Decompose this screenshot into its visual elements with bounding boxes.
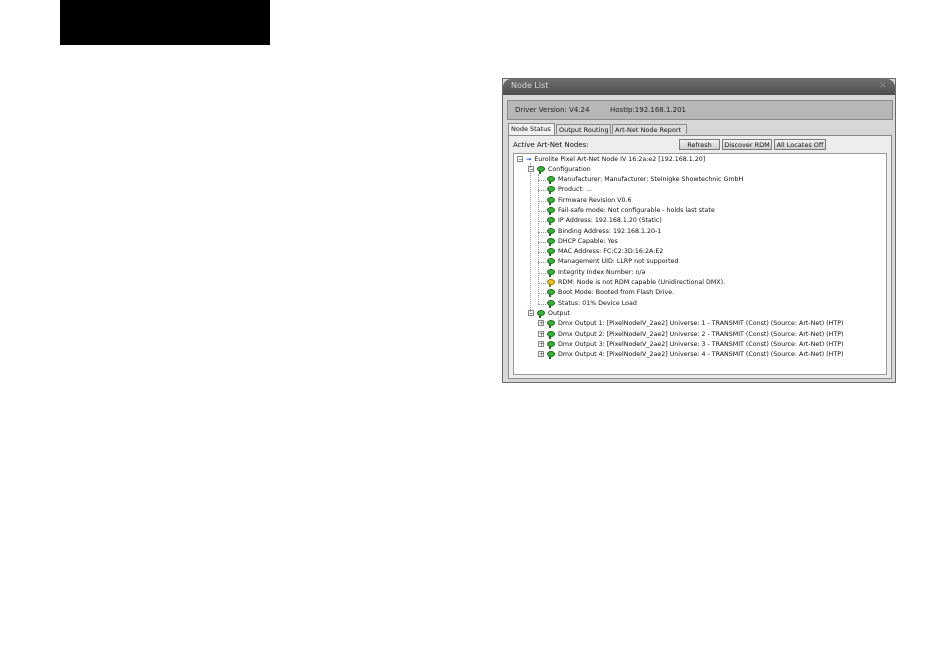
root-node-label: Eurolite Pixel Art-Net Node IV 16:2a:e2 … — [534, 156, 706, 163]
driver-info-bar: Driver Version: V4.24 HostIp:192.168.1.2… — [507, 100, 893, 120]
green-bubble-icon — [547, 186, 555, 195]
green-bubble-icon — [537, 309, 545, 318]
collapse-icon[interactable]: − — [528, 166, 534, 173]
dmx-output-label: Dmx Output 2: [PixelNodeIV_2ae2] Univers… — [558, 330, 844, 338]
configuration-item[interactable]: Management UID: LLRP not supported — [547, 257, 678, 267]
configuration-item[interactable]: Manufacturer: Manufacturer: Steinigke Sh… — [547, 175, 743, 185]
configuration-item-label: RDM: Node is not RDM capable (Unidirecti… — [558, 279, 726, 286]
green-bubble-icon — [547, 237, 555, 246]
green-bubble-icon — [547, 206, 555, 215]
configuration-item[interactable]: Fail-safe mode: Not configurable - holds… — [547, 206, 715, 216]
green-bubble-icon — [547, 268, 555, 277]
configuration-item[interactable]: IP Address: 192.168.1.20 (Static) — [547, 216, 662, 226]
expand-icon[interactable]: + — [538, 351, 544, 358]
configuration-item[interactable]: MAC Address: FC:C2:3D:16:2A:E2 — [547, 247, 663, 257]
configuration-item-label: Boot Mode: Booted from Flash Drive. — [558, 289, 675, 297]
node-tree[interactable]: − → Eurolite Pixel Art-Net Node IV 16:2a:e… — [513, 153, 887, 375]
configuration-item-label: Integrity Index Number: n/a — [558, 268, 646, 276]
dmx-output-row[interactable]: + Dmx Output 2: [PixelNodeIV_2ae2] Univer… — [538, 330, 843, 340]
tab-art-net-node-report[interactable]: Art-Net Node Report — [612, 124, 687, 134]
green-bubble-icon — [547, 340, 555, 349]
node-list-window: Node List × Driver Version: V4.24 HostIp… — [502, 78, 896, 383]
configuration-item-label: Status: 01% Device Load — [558, 299, 637, 307]
tree-root-row[interactable]: − → Eurolite Pixel Art-Net Node IV 16:2a:e… — [517, 155, 705, 165]
expand-icon[interactable]: + — [538, 330, 544, 337]
tab-node-status[interactable]: Node Status — [508, 123, 555, 135]
configuration-item[interactable]: RDM: Node is not RDM capable (Unidirecti… — [547, 278, 725, 288]
collapse-icon[interactable]: − — [517, 156, 523, 163]
green-bubble-icon — [537, 166, 545, 174]
configuration-label: Configuration — [548, 166, 591, 173]
green-bubble-icon — [547, 248, 555, 257]
green-bubble-icon — [547, 289, 555, 298]
host-ip: HostIp:192.168.1.201 — [610, 106, 687, 114]
green-bubble-icon — [547, 176, 555, 184]
output-row[interactable]: − Output — [528, 309, 570, 319]
refresh-button[interactable]: Refresh — [679, 139, 720, 150]
configuration-item-label: Fail-safe mode: Not configurable - holds… — [558, 206, 715, 214]
output-label: Output — [548, 309, 570, 317]
configuration-item-label: Manufacturer: Manufacturer: Steinigke Sh… — [558, 176, 744, 183]
dmx-output-label: Dmx Output 3: [PixelNodeIV_2ae2] Univers… — [558, 340, 844, 348]
configuration-item[interactable]: DHCP Capable: Yes — [547, 237, 618, 247]
title-bar[interactable]: Node List × — [503, 79, 895, 95]
tab-output-routing[interactable]: Output Routing — [556, 124, 611, 134]
dmx-output-label: Dmx Output 4: [PixelNodeIV_2ae2] Univers… — [558, 351, 844, 359]
close-icon[interactable]: × — [879, 80, 887, 91]
black-redaction-block — [60, 0, 270, 45]
expand-icon[interactable]: + — [538, 340, 544, 347]
configuration-item-label: IP Address: 192.168.1.20 (Static) — [558, 217, 662, 225]
collapse-icon[interactable]: − — [528, 309, 534, 316]
green-bubble-icon — [547, 330, 555, 339]
configuration-item[interactable]: Product: ... — [547, 185, 592, 195]
dmx-output-row[interactable]: + Dmx Output 4: [PixelNodeIV_2ae2] Univer… — [538, 350, 843, 360]
configuration-item-label: DHCP Capable: Yes — [558, 237, 618, 245]
driver-version: Driver Version: V4.24 — [515, 106, 590, 114]
node-status-panel: Active Art-Net Nodes: Refresh Discover R… — [508, 135, 892, 379]
green-bubble-icon — [547, 227, 555, 236]
expand-icon[interactable]: + — [538, 320, 544, 327]
configuration-item[interactable]: Boot Mode: Booted from Flash Drive. — [547, 288, 674, 298]
configuration-item-label: Binding Address: 192.168.1.20-1 — [558, 227, 662, 235]
green-bubble-icon — [547, 258, 555, 267]
dmx-output-row[interactable]: + Dmx Output 1: [PixelNodeIV_2ae2] Univer… — [538, 319, 843, 329]
arrow-icon: → — [526, 156, 532, 163]
dmx-output-row[interactable]: + Dmx Output 3: [PixelNodeIV_2ae2] Univer… — [538, 340, 843, 350]
configuration-item-label: Management UID: LLRP not supported — [558, 258, 679, 266]
yellow-bubble-icon — [547, 279, 555, 287]
configuration-item[interactable]: Status: 01% Device Load — [547, 299, 637, 309]
green-bubble-icon — [547, 320, 555, 329]
configuration-item-label: MAC Address: FC:C2:3D:16:2A:E2 — [558, 248, 664, 256]
green-bubble-icon — [547, 299, 555, 308]
configuration-item[interactable]: Integrity Index Number: n/a — [547, 268, 645, 278]
discover-rdm-button[interactable]: Discover RDM — [722, 139, 772, 150]
active-nodes-label: Active Art-Net Nodes: — [513, 141, 589, 149]
configuration-item-label: Firmware Revision V0.6 — [558, 196, 632, 204]
configuration-item-label: Product: ... — [558, 186, 593, 194]
green-bubble-icon — [547, 351, 555, 360]
all-locates-off-button[interactable]: All Locates Off — [774, 139, 826, 150]
green-bubble-icon — [547, 196, 555, 205]
configuration-item[interactable]: Binding Address: 192.168.1.20-1 — [547, 227, 661, 237]
dmx-output-label: Dmx Output 1: [PixelNodeIV_2ae2] Univers… — [558, 320, 844, 328]
configuration-item[interactable]: Firmware Revision V0.6 — [547, 196, 632, 206]
window-title: Node List — [511, 81, 549, 90]
green-bubble-icon — [547, 217, 555, 226]
